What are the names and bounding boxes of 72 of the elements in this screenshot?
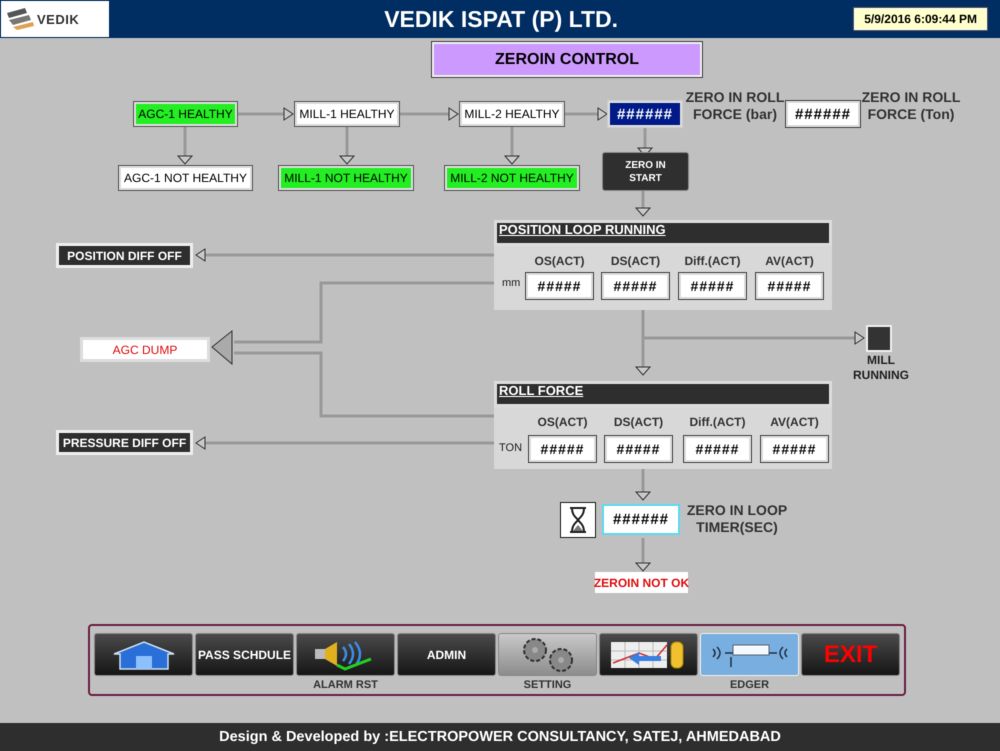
value-display: ##### <box>601 272 670 300</box>
connector-line <box>238 112 284 116</box>
alarm-button[interactable] <box>296 633 395 676</box>
connector-line <box>644 128 646 148</box>
connector-line <box>642 191 644 208</box>
value-display: ##### <box>760 435 829 463</box>
connector-line <box>510 127 514 156</box>
trend-button[interactable] <box>599 633 698 676</box>
app-title: VEDIK ISPAT (P) LTD. <box>383 6 620 32</box>
value-display: ##### <box>678 272 747 300</box>
column-header: AV(ACT) <box>769 415 820 429</box>
column-header: OS(ACT) <box>534 254 586 268</box>
arrowhead-icon <box>634 366 652 376</box>
roll-force-bar-value: ###### <box>607 100 683 128</box>
arrowhead-icon <box>211 330 232 366</box>
fault-indicator: MILL-1 NOT HEALTHY <box>278 165 414 191</box>
column-header: DS(ACT) <box>610 254 662 268</box>
panel-header: POSITION LOOP RUNNING <box>494 220 832 246</box>
column-header: Diff.(ACT) <box>688 415 746 429</box>
nav-caption: ALARM RST <box>313 679 378 691</box>
nav-caption: SETTING <box>524 679 572 691</box>
fault-indicator: MILL-2 NOT HEALTHY <box>444 165 580 191</box>
value-display: ##### <box>525 272 594 300</box>
connector-line <box>565 112 598 116</box>
nav-button[interactable]: PASS SCHDULE <box>195 633 294 676</box>
timer-value: ###### <box>602 504 680 535</box>
home-button[interactable] <box>94 633 193 676</box>
unit-label: TON <box>499 442 522 454</box>
health-indicator: AGC-1 HEALTHY <box>133 101 238 127</box>
value-display: ##### <box>755 272 824 300</box>
value-display: ##### <box>683 435 752 463</box>
roll-force-ton-label: ZERO IN ROLL FORCE (Ton) <box>860 89 962 123</box>
arrowhead-icon <box>195 436 206 450</box>
house-icon <box>112 640 176 670</box>
roll-force-bar-label: ZERO IN ROLL FORCE (bar) <box>684 89 786 123</box>
connector-line <box>400 112 449 116</box>
nav-button[interactable]: ADMIN <box>397 633 496 676</box>
page-title: ZEROIN CONTROL <box>431 41 703 78</box>
unit-label: mm <box>502 277 520 289</box>
column-header: AV(ACT) <box>764 254 815 268</box>
health-indicator: MILL-2 HEALTHY <box>459 101 565 127</box>
nav-caption: EDGER <box>730 679 770 691</box>
gears-button[interactable] <box>498 633 597 676</box>
status-indicator: AGC DUMP <box>80 337 210 362</box>
connector-line <box>642 538 644 563</box>
logo-swoosh-icon <box>5 7 35 31</box>
mill-running-label: MILL RUNNING <box>852 353 910 383</box>
footer-credit: Design & Developed by :ELECTROPOWER CONSULTANCY, SATEJ, AHMEDABAD <box>0 723 1000 751</box>
date-time-display: 5/9/2016 6:09:44 PM <box>853 7 988 31</box>
hourglass-icon <box>560 502 596 538</box>
connector-line <box>642 468 644 492</box>
fault-indicator: AGC-1 NOT HEALTHY <box>118 165 253 191</box>
health-indicator: MILL-1 HEALTHY <box>294 101 400 127</box>
connector-line <box>346 127 348 156</box>
arrowhead-icon <box>634 492 652 501</box>
column-header: OS(ACT) <box>536 415 588 429</box>
status-indicator: PRESSURE DIFF OFF <box>56 430 193 455</box>
arrowhead-icon <box>195 248 206 262</box>
arrowhead-icon <box>634 208 652 217</box>
timer-label: ZERO IN LOOP TIMER(SEC) <box>686 502 788 536</box>
connector-line <box>184 127 186 156</box>
value-display: ##### <box>604 435 673 463</box>
zeroin-status: ZEROIN NOT OK <box>595 572 688 593</box>
column-header: Diff.(ACT) <box>684 254 742 268</box>
column-header: DS(ACT) <box>612 415 664 429</box>
zero-in-start-button[interactable]: ZERO IN START <box>602 152 689 191</box>
roll-force-ton-value: ###### <box>785 100 861 128</box>
status-indicator: POSITION DIFF OFF <box>56 243 193 268</box>
edger-button[interactable] <box>700 633 799 676</box>
value-display: ##### <box>528 435 597 463</box>
logo-text: VEDIK <box>37 12 80 26</box>
panel-header: ROLL FORCE <box>494 381 832 407</box>
